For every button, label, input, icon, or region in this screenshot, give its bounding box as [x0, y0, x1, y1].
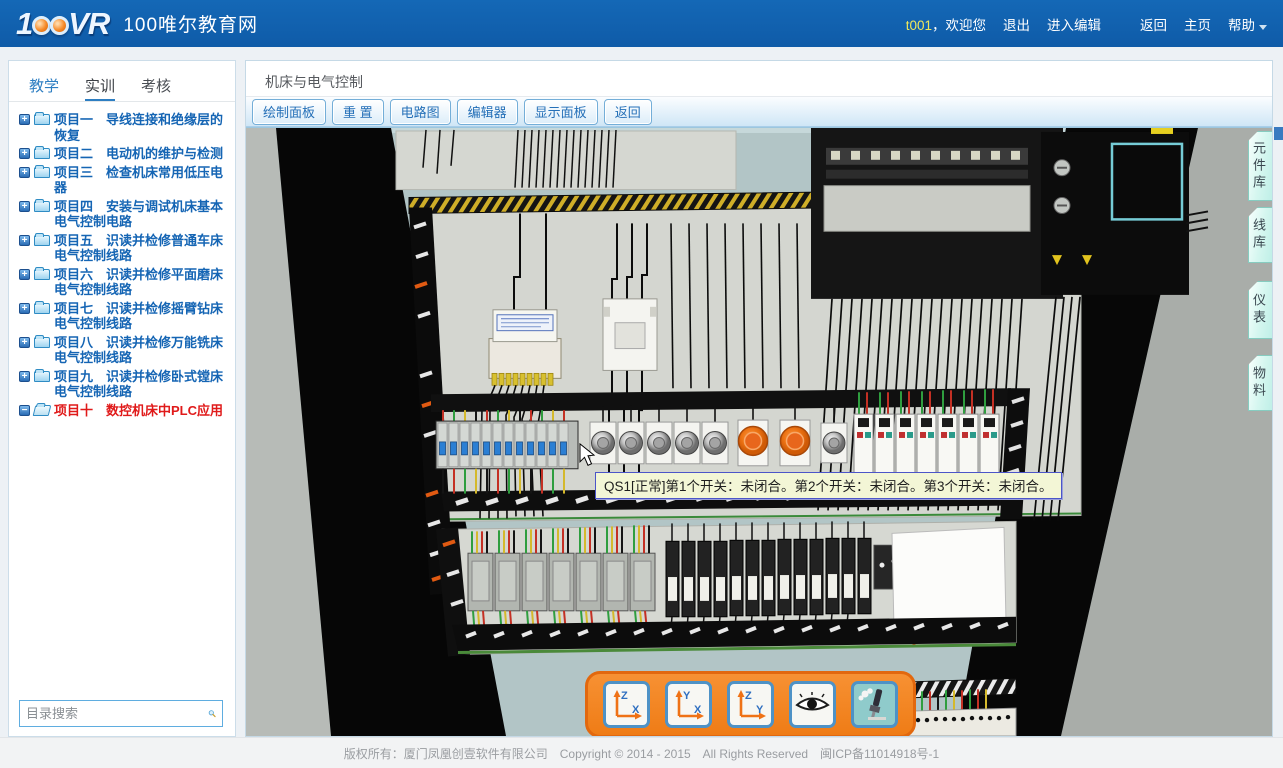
sidebar-item-project-5[interactable]: 项目五 识读并检修普通车床电气控制线路 [19, 233, 231, 264]
tab-wire-library[interactable]: 线库 [1248, 207, 1272, 263]
reset-button[interactable]: 重 置 [332, 99, 384, 125]
content-tabrow: 机床与电气控制 [246, 61, 1272, 97]
logo-eye-icon [50, 16, 69, 35]
sidebar-tabs: 教学 实训 考核 [9, 61, 235, 102]
logout-link[interactable]: 退出 [1003, 14, 1030, 34]
sidebar-item-project-4[interactable]: 项目四 安装与调试机床基本电气控制电路 [19, 199, 231, 230]
search-icon[interactable] [208, 705, 216, 722]
folder-icon [34, 337, 50, 348]
scene-toolbar: 绘制面板 重 置 电路图 编辑器 显示面板 返回 [246, 97, 1272, 127]
svg-text:Y: Y [683, 690, 691, 702]
sidebar: 教学 实训 考核 项目一 导线连接和绝缘层的恢复 项目二 电动机的维护与检测 项… [8, 60, 236, 737]
eye-icon [794, 686, 831, 723]
sidebar-item-project-9[interactable]: 项目九 识读并检修卧式镗床电气控制线路 [19, 369, 231, 400]
site-logo[interactable]: 1VR [16, 6, 109, 42]
expand-icon[interactable] [19, 235, 30, 246]
folder-icon [34, 269, 50, 280]
main-panel: 机床与电气控制 绘制面板 重 置 电路图 编辑器 显示面板 返回 [245, 60, 1273, 737]
editor-button[interactable]: 编辑器 [457, 99, 518, 125]
collapse-icon[interactable] [19, 405, 30, 416]
folder-icon [34, 235, 50, 246]
machine-cabinet-scene[interactable] [246, 128, 1272, 736]
viewport-3d[interactable]: QS1[正常]第1个开关：未闭合。第2个开关：未闭合。第3个开关：未闭合。 元件… [246, 127, 1272, 736]
expand-icon[interactable] [19, 167, 30, 178]
site-title: 100唯尔教育网 [123, 10, 258, 37]
project-tree: 项目一 导线连接和绝缘层的恢复 项目二 电动机的维护与检测 项目三 检查机床常用… [9, 102, 235, 418]
view-zx-button[interactable]: Z X [603, 681, 650, 728]
expand-icon[interactable] [19, 148, 30, 159]
sidebar-item-project-1[interactable]: 项目一 导线连接和绝缘层的恢复 [19, 112, 231, 143]
tab-training[interactable]: 实训 [85, 75, 115, 101]
tab-materials[interactable]: 物料 [1248, 355, 1272, 411]
search-input[interactable] [20, 706, 208, 721]
folder-icon [34, 148, 50, 159]
view-eye-button[interactable] [789, 681, 836, 728]
welcome-text: t001，欢迎您 [906, 14, 986, 34]
lower-terminal-row[interactable] [436, 521, 1016, 656]
scroll-marker[interactable] [1274, 127, 1283, 140]
back-link[interactable]: 返回 [1140, 14, 1167, 34]
enter-edit-link[interactable]: 进入编辑 [1047, 14, 1101, 34]
component-tooltip: QS1[正常]第1个开关：未闭合。第2个开关：未闭合。第3个开关：未闭合。 [595, 472, 1062, 499]
view-yx-button[interactable]: Y X [665, 681, 712, 728]
expand-icon[interactable] [19, 114, 30, 125]
svg-text:X: X [694, 704, 702, 716]
assemble-tool-button[interactable] [851, 681, 898, 728]
top-panel [396, 130, 736, 190]
expand-icon[interactable] [19, 371, 30, 382]
svg-text:Z: Z [621, 690, 628, 702]
copyright-text: 版权所有：厦门凤凰创壹软件有限公司 Copyright © 2014 - 201… [344, 745, 939, 762]
circuit-diagram-button[interactable]: 电路图 [390, 99, 451, 125]
view-toolbar-3d: Z X Y X Z [585, 671, 916, 736]
sidebar-item-project-7[interactable]: 项目七 识读并检修摇臂钻床电气控制线路 [19, 301, 231, 332]
return-button[interactable]: 返回 [604, 99, 652, 125]
folder-icon [34, 303, 50, 314]
view-zy-button[interactable]: Z Y [727, 681, 774, 728]
tab-component-library[interactable]: 元件库 [1248, 131, 1272, 201]
catalog-search [19, 700, 223, 727]
folder-icon [34, 201, 50, 212]
blank-plate [892, 527, 1006, 630]
sidebar-item-project-8[interactable]: 项目八 识读并检修万能铣床电气控制线路 [19, 335, 231, 366]
svg-text:Z: Z [745, 690, 752, 702]
show-panel-button[interactable]: 显示面板 [524, 99, 598, 125]
expand-icon[interactable] [19, 303, 30, 314]
screwdriver-icon [856, 686, 893, 723]
tab-instruments[interactable]: 仪表 [1248, 281, 1272, 339]
svg-text:Y: Y [756, 704, 764, 716]
folder-icon [34, 114, 50, 125]
folder-icon [34, 371, 50, 382]
logo-eye-icon [32, 16, 51, 35]
svg-text:X: X [632, 704, 640, 716]
username: t001 [906, 18, 932, 33]
tab-assessment[interactable]: 考核 [141, 75, 171, 101]
help-menu[interactable]: 帮助 [1228, 14, 1267, 34]
folder-icon [34, 167, 50, 178]
expand-icon[interactable] [19, 201, 30, 212]
expand-icon[interactable] [19, 269, 30, 280]
sidebar-item-project-2[interactable]: 项目二 电动机的维护与检测 [19, 146, 231, 162]
header-nav: t001，欢迎您 退出 进入编辑 返回 主页 帮助 [906, 14, 1267, 34]
sidebar-item-project-3[interactable]: 项目三 检查机床常用低压电器 [19, 165, 231, 196]
home-link[interactable]: 主页 [1184, 14, 1211, 34]
top-header: 1VR 100唯尔教育网 t001，欢迎您 退出 进入编辑 返回 主页 帮助 [0, 0, 1283, 47]
sidebar-item-project-6[interactable]: 项目六 识读并检修平面磨床电气控制线路 [19, 267, 231, 298]
axis-zy-icon: Z Y [732, 686, 769, 723]
page-footer: 版权所有：厦门凤凰创壹软件有限公司 Copyright © 2014 - 201… [0, 737, 1283, 768]
expand-icon[interactable] [19, 337, 30, 348]
tab-teaching[interactable]: 教学 [29, 75, 59, 101]
axis-yx-icon: Y X [670, 686, 707, 723]
draw-panel-button[interactable]: 绘制面板 [252, 99, 326, 125]
axis-zx-icon: Z X [608, 686, 645, 723]
sidebar-item-project-10[interactable]: 项目十 数控机床中PLC应用 [19, 403, 231, 419]
chevron-down-icon [1259, 25, 1267, 30]
open-folder-icon [33, 405, 52, 416]
